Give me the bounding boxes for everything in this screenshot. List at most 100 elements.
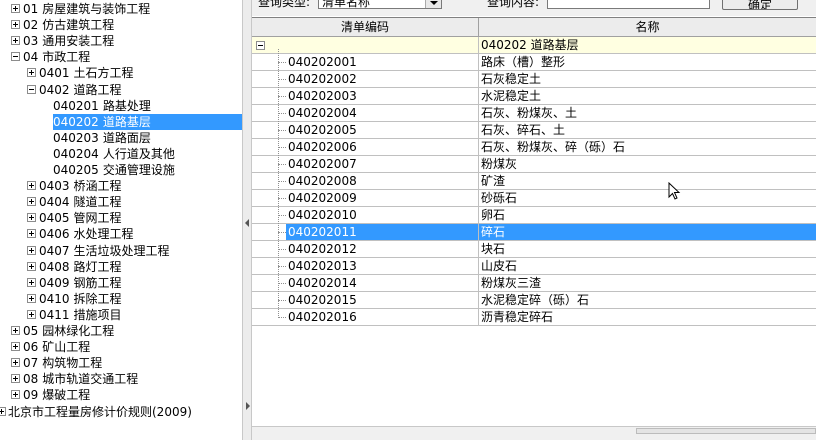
column-header-name[interactable]: 名称	[479, 18, 816, 37]
tree-node-label: 城市轨道交通工程	[42, 372, 139, 387]
tree-node[interactable]: 040205 交通管理设施	[53, 162, 175, 178]
tree-node[interactable]: 0406 水处理工程	[39, 226, 134, 242]
tree-node[interactable]: 01 房屋建筑与装饰工程	[23, 1, 150, 17]
expand-plus-icon[interactable]	[11, 20, 20, 30]
tree-connector	[278, 62, 286, 63]
cell-code: 040202002	[286, 71, 479, 88]
tree-node-label: 管网工程	[73, 211, 122, 226]
tree-node[interactable]: 040201 路基处理	[53, 98, 151, 114]
tree-node[interactable]: 07 构筑物工程	[23, 355, 102, 371]
table-row[interactable]: 040202004 石灰、粉煤灰、土	[252, 105, 816, 122]
expand-right-arrow-icon[interactable]	[246, 402, 250, 410]
tree-node[interactable]: 040202 道路基层	[53, 113, 242, 130]
chevron-down-icon[interactable]	[425, 0, 441, 8]
pane-splitter[interactable]	[242, 0, 252, 440]
tree-node[interactable]: 0404 隧道工程	[39, 194, 122, 210]
tree-node-label: 隧道工程	[73, 195, 122, 210]
tree-node[interactable]: 040204 人行道及其他	[53, 146, 175, 162]
expand-plus-icon[interactable]	[27, 197, 36, 207]
table-row[interactable]: 040202001 路床（槽）整形	[252, 54, 816, 71]
table-row[interactable]: 040202005 石灰、碎石、土	[252, 122, 816, 139]
collapse-minus-icon[interactable]	[27, 84, 36, 94]
expand-plus-icon[interactable]	[11, 36, 20, 46]
expand-plus-icon[interactable]	[27, 293, 36, 303]
table-row[interactable]: 040202003 水泥稳定土	[252, 88, 816, 105]
tree-node[interactable]: 0411 措施项目	[39, 307, 122, 323]
table-row[interactable]: 040202014 粉煤灰三渣	[252, 275, 816, 292]
expand-plus-icon[interactable]	[11, 358, 20, 368]
table-row[interactable]: 040202002 石灰稳定土	[252, 71, 816, 88]
expand-plus-icon[interactable]	[27, 213, 36, 223]
table-row[interactable]: 040202007 粉煤灰	[252, 156, 816, 173]
horizontal-scrollbar[interactable]	[636, 428, 816, 434]
tree-node-label: 生活垃圾处理工程	[73, 243, 170, 258]
expand-plus-icon[interactable]	[27, 245, 36, 255]
cell-name: 石灰、碎石、土	[479, 122, 816, 139]
collapse-left-arrow-icon[interactable]	[245, 219, 249, 227]
expand-plus-icon[interactable]	[27, 181, 36, 191]
query-type-value: 清单名称	[322, 0, 371, 9]
tree-node[interactable]: 05 园林绿化工程	[23, 323, 114, 339]
confirm-button[interactable]: 确定	[722, 0, 798, 10]
column-header-code[interactable]: 清单编码	[252, 18, 479, 37]
tree-node-code: 0402	[39, 82, 70, 97]
tree-node[interactable]: 08 城市轨道交通工程	[23, 371, 138, 387]
tree-node[interactable]: 0401 土石方工程	[39, 65, 134, 81]
expand-plus-icon[interactable]	[11, 390, 20, 400]
collapse-minus-icon[interactable]	[11, 52, 20, 62]
expand-plus-icon[interactable]	[0, 406, 6, 416]
tree-node[interactable]: 02 仿古建筑工程	[23, 17, 114, 33]
tree-node[interactable]: 0409 钢筋工程	[39, 275, 122, 291]
table-row[interactable]: 040202009 砂砾石	[252, 190, 816, 207]
cell-code: 040202005	[286, 122, 479, 139]
table-row[interactable]: 040202013 山皮石	[252, 258, 816, 275]
tree-connector	[278, 49, 279, 318]
tree-node-code: 02	[23, 18, 39, 33]
expand-plus-icon[interactable]	[27, 277, 36, 287]
tree-connector	[278, 232, 286, 233]
cell-name: 石灰、粉煤灰、碎（砾）石	[479, 139, 816, 156]
tree-node[interactable]: 04 市政工程	[23, 49, 90, 65]
tree-node[interactable]: 0402 道路工程	[39, 82, 122, 98]
table-row[interactable]: 040202011 碎石	[252, 224, 816, 241]
expand-plus-icon[interactable]	[11, 4, 20, 13]
tree-node[interactable]: 0407 生活垃圾处理工程	[39, 243, 170, 259]
table-row[interactable]: 040202008 矿渣	[252, 173, 816, 190]
expand-plus-icon[interactable]	[11, 374, 20, 384]
cell-name: 沥青稳定碎石	[479, 309, 816, 326]
table-row[interactable]: 040202010 卵石	[252, 207, 816, 224]
expand-plus-icon[interactable]	[11, 342, 20, 352]
table-row[interactable]: 040202016 沥青稳定碎石	[252, 309, 816, 326]
expand-plus-icon[interactable]	[11, 326, 20, 335]
list-pane: 查询类型: 清单名称 查询内容: 确定 清单编码 名称 040202 道路基层 0…	[252, 0, 816, 440]
table-row[interactable]: 040202006 石灰、粉煤灰、碎（砾）石	[252, 139, 816, 156]
tree-node[interactable]: 0405 管网工程	[39, 210, 122, 226]
collapse-minus-icon[interactable]	[256, 41, 265, 50]
table-row[interactable]: 040202012 块石	[252, 241, 816, 258]
tree-node[interactable]: 09 爆破工程	[23, 387, 90, 403]
table-row[interactable]: 040202015 水泥稳定碎（砾）石	[252, 292, 816, 309]
category-tree[interactable]: 01 房屋建筑与装饰工程 02 仿古建筑工程 03 通用安装工程 04 市政工程 0401 土石方…	[0, 0, 242, 440]
tree-node[interactable]: 03 通用安装工程	[23, 33, 114, 49]
tree-node[interactable]: 0403 桥涵工程	[39, 178, 122, 194]
tree-node[interactable]: 北京市工程量房修计价规则(2009)	[8, 404, 192, 420]
query-content-input[interactable]	[547, 0, 710, 9]
tree-node-code: 0401	[39, 66, 70, 81]
tree-node[interactable]: 06 矿山工程	[23, 339, 90, 355]
tree-node-code: 0411	[39, 307, 70, 322]
query-type-select[interactable]: 清单名称	[318, 0, 442, 9]
tree-node-label: 水处理工程	[73, 227, 134, 242]
cell-name: 砂砾石	[479, 190, 816, 207]
tree-node[interactable]: 0410 拆除工程	[39, 291, 122, 307]
expand-plus-icon[interactable]	[27, 68, 36, 78]
tree-node[interactable]: 0408 路灯工程	[39, 259, 122, 275]
app-window: 01 房屋建筑与装饰工程 02 仿古建筑工程 03 通用安装工程 04 市政工程 0401 土石方…	[0, 0, 816, 440]
cell-code	[286, 37, 479, 54]
tree-node[interactable]: 040203 道路面层	[53, 130, 151, 146]
expand-plus-icon[interactable]	[27, 229, 36, 239]
table-row-parent[interactable]: 040202 道路基层	[252, 37, 816, 54]
expand-plus-icon[interactable]	[27, 261, 36, 271]
tree-node-label: 构筑物工程	[42, 356, 103, 371]
cell-code: 040202016	[286, 309, 479, 326]
expand-plus-icon[interactable]	[27, 309, 36, 319]
